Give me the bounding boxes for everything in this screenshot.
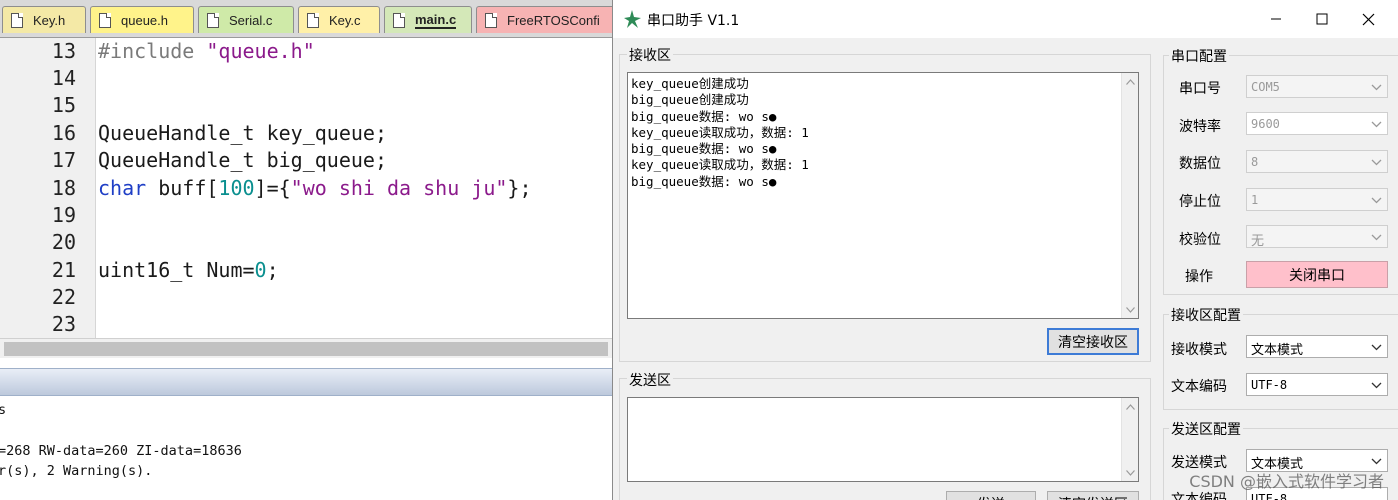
tab-serial-c[interactable]: Serial.c xyxy=(198,6,294,33)
databits-select[interactable]: 8 xyxy=(1246,150,1388,173)
line-number: 17 xyxy=(51,148,76,172)
file-icon xyxy=(99,12,111,28)
baud-label: 波特率 xyxy=(1179,119,1221,135)
line-number: 22 xyxy=(51,285,76,309)
code-line-16[interactable]: QueueHandle_t key_queue; xyxy=(98,121,387,145)
rx-mode-label: 接收模式 xyxy=(1171,342,1227,358)
rx-encoding-label: 文本编码 xyxy=(1171,379,1227,395)
csdn-watermark: CSDN @嵌入式软件学习者 xyxy=(1189,472,1384,491)
scroll-up-icon[interactable] xyxy=(1122,398,1138,415)
scroll-down-icon[interactable] xyxy=(1122,301,1138,318)
send-group-title: 发送区 xyxy=(627,370,673,390)
port-select[interactable]: COM5 xyxy=(1246,75,1388,98)
send-button[interactable]: 发送 xyxy=(946,491,1036,500)
receive-textarea[interactable]: key_queue创建成功 big_queue创建成功 big_queue数据: w… xyxy=(627,72,1139,319)
receive-line: big_queue数据: wo s● xyxy=(631,173,777,189)
tab-main-c[interactable]: main.c xyxy=(384,6,472,33)
maximize-icon xyxy=(1316,13,1328,25)
close-port-button[interactable]: 关闭串口 xyxy=(1246,261,1388,288)
tab-freertosconfig[interactable]: FreeRTOSConfi xyxy=(476,6,612,33)
code-line-21[interactable]: uint16_t Num=0; xyxy=(98,258,279,282)
line-number: 15 xyxy=(51,93,76,117)
tab-key-c[interactable]: Key.c xyxy=(298,6,380,33)
chevron-down-icon xyxy=(1368,154,1384,170)
receive-vertical-scrollbar[interactable] xyxy=(1121,73,1138,318)
build-output-panel: s =268 RW-data=260 ZI-data=18636 r(s), 2… xyxy=(0,396,612,500)
send-vertical-scrollbar[interactable] xyxy=(1121,398,1138,481)
receive-group-title: 接收区 xyxy=(627,45,673,65)
close-button[interactable] xyxy=(1345,4,1391,34)
chevron-down-icon xyxy=(1368,192,1384,208)
build-output-line: r(s), 2 Warning(s). xyxy=(0,463,153,479)
line-number: 19 xyxy=(51,203,76,227)
scrollbar-thumb[interactable] xyxy=(4,342,608,356)
window-title: 串口助手 V1.1 xyxy=(647,13,740,29)
receive-line: key_queue读取成功，数据: 1 xyxy=(631,124,809,140)
port-config-title: 串口配置 xyxy=(1169,46,1229,66)
rx-mode-select[interactable]: 文本模式 xyxy=(1246,335,1388,358)
line-number: 23 xyxy=(51,312,76,336)
port-label: 串口号 xyxy=(1179,81,1221,97)
file-icon xyxy=(307,12,319,28)
file-icon xyxy=(393,12,405,28)
databits-label: 数据位 xyxy=(1179,156,1221,172)
receive-line: big_queue数据: wo s● xyxy=(631,108,777,124)
line-number: 16 xyxy=(51,121,76,145)
close-icon xyxy=(1362,13,1374,25)
receive-line: key_queue读取成功，数据: 1 xyxy=(631,157,809,173)
chevron-down-icon xyxy=(1368,377,1384,393)
chevron-down-icon xyxy=(1368,79,1384,95)
operation-label: 操作 xyxy=(1185,269,1213,285)
clear-receive-button[interactable]: 清空接收区 xyxy=(1047,328,1139,355)
baud-select[interactable]: 9600 xyxy=(1246,112,1388,135)
receive-line: key_queue创建成功 xyxy=(631,76,749,91)
minimize-icon xyxy=(1271,18,1281,20)
chevron-down-icon xyxy=(1368,116,1384,132)
line-number-gutter: 13 14 15 16 17 18 19 20 21 22 23 xyxy=(0,38,96,338)
line-number: 21 xyxy=(51,258,76,282)
code-line-13[interactable]: #include "queue.h" xyxy=(98,39,315,63)
receive-line: big_queue数据: wo s● xyxy=(631,141,777,157)
parity-select[interactable]: 无 xyxy=(1246,225,1388,249)
send-textarea[interactable] xyxy=(627,397,1139,482)
maximize-button[interactable] xyxy=(1299,4,1345,34)
scroll-down-icon[interactable] xyxy=(1122,464,1138,481)
line-number: 14 xyxy=(51,66,76,90)
stopbits-label: 停止位 xyxy=(1179,194,1221,210)
rx-config-title: 接收区配置 xyxy=(1169,305,1243,325)
tx-config-title: 发送区配置 xyxy=(1169,419,1243,439)
chevron-down-icon xyxy=(1368,339,1384,355)
chevron-down-icon xyxy=(1368,453,1384,469)
clear-send-button[interactable]: 清空发送区 xyxy=(1047,491,1139,500)
parity-label: 校验位 xyxy=(1179,232,1221,248)
build-output-line: s xyxy=(0,402,7,418)
line-number: 20 xyxy=(51,230,76,254)
title-bar[interactable]: 串口助手 V1.1 xyxy=(613,0,1398,38)
code-line-17[interactable]: QueueHandle_t big_queue; xyxy=(98,148,387,172)
serial-assistant-window: 串口助手 V1.1 接收区 key_queue创建成功 big_queue创建成功… xyxy=(612,0,1398,500)
file-icon xyxy=(485,12,497,28)
tab-key-h[interactable]: Key.h xyxy=(2,6,86,33)
rx-encoding-select[interactable]: UTF-8 xyxy=(1246,373,1388,396)
build-output-line: =268 RW-data=260 ZI-data=18636 xyxy=(0,443,242,459)
file-icon xyxy=(207,12,219,28)
tab-queue-h[interactable]: queue.h xyxy=(90,6,194,33)
minimize-button[interactable] xyxy=(1253,4,1299,34)
chevron-down-icon xyxy=(1368,229,1384,245)
line-number: 13 xyxy=(51,39,76,63)
receive-line: big_queue创建成功 xyxy=(631,92,749,108)
editor-horizontal-scrollbar[interactable] xyxy=(0,338,612,358)
app-logo-icon xyxy=(624,10,641,28)
editor-tab-bar: Key.h queue.h Serial.c Key.c main.c Free… xyxy=(0,0,612,38)
panel-splitter[interactable] xyxy=(0,368,612,396)
ide-editor-panel: Key.h queue.h Serial.c Key.c main.c Free… xyxy=(0,0,612,500)
receive-content: key_queue创建成功 big_queue创建成功 big_queue数据: w… xyxy=(631,76,809,190)
code-line-18[interactable]: char buff[100]={"wo shi da shu ju"}; xyxy=(98,176,532,200)
line-number: 18 xyxy=(51,176,76,200)
stopbits-select[interactable]: 1 xyxy=(1246,188,1388,211)
scroll-up-icon[interactable] xyxy=(1122,73,1138,90)
file-icon xyxy=(11,12,23,28)
